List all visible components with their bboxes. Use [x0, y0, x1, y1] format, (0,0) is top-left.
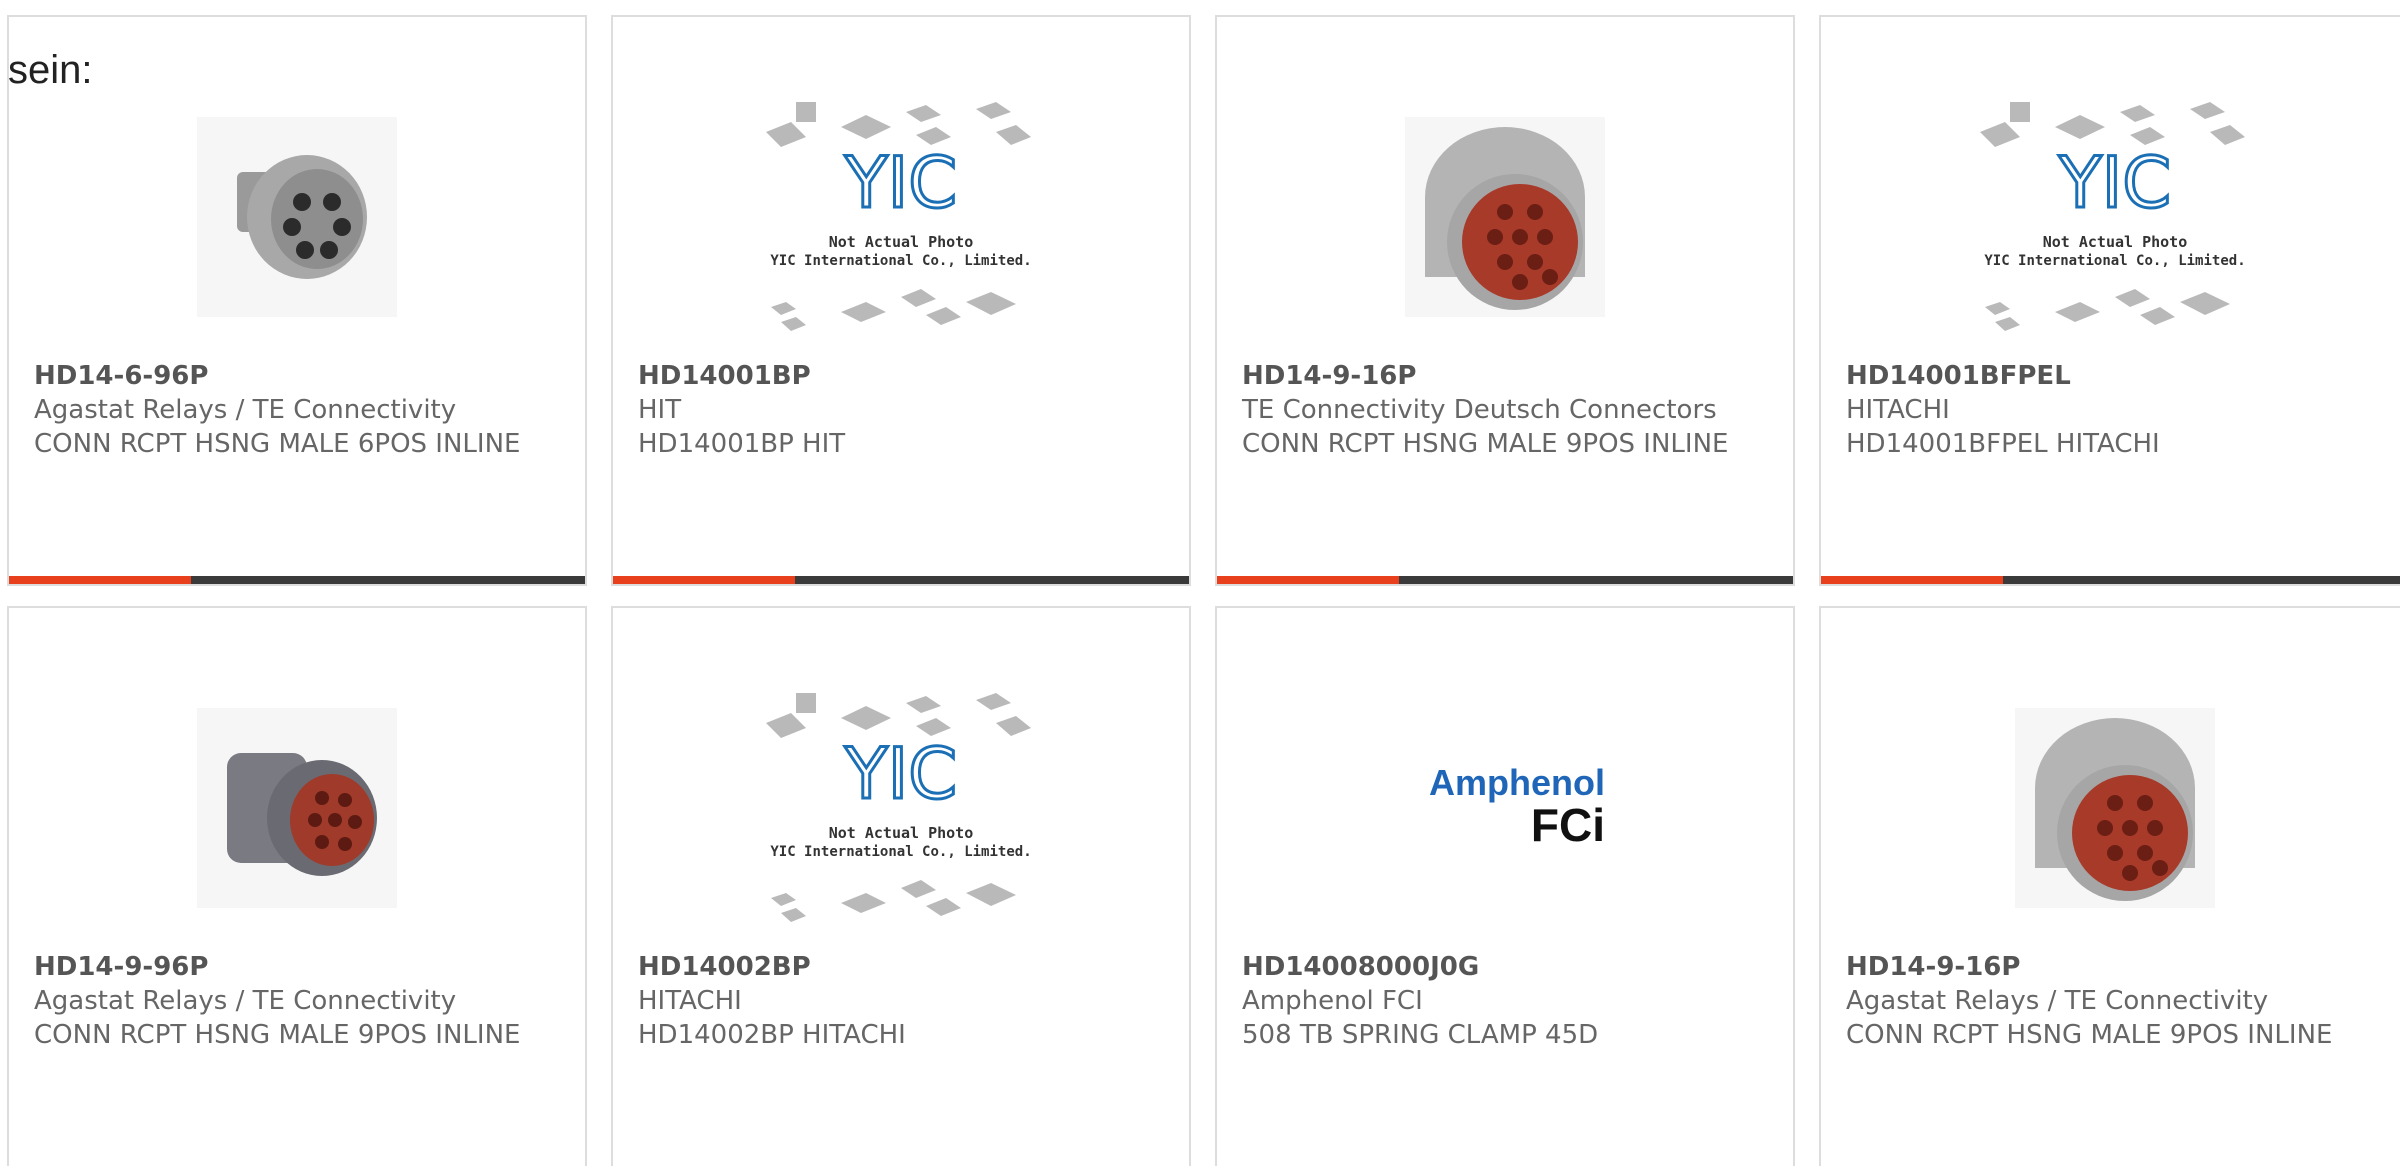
yic-placeholder-icon: YIC Not Actual Photo YIC International C… [1980, 102, 2246, 331]
product-card[interactable]: YIC Not Actual Photo YIC International C… [611, 606, 1191, 1166]
yic-placeholder-icon: YIC Not Actual Photo YIC International C… [766, 102, 1032, 331]
connector-9pos-dark-icon [197, 708, 397, 908]
manufacturer: Agastat Relays / TE Connectivity [34, 986, 457, 1016]
part-number[interactable]: HD14001BP [638, 359, 1169, 393]
manufacturer: HIT [638, 395, 682, 425]
placeholder-line-2: YIC International Co., Limited. [770, 253, 1031, 269]
product-card[interactable]: HD14-6-96P Agastat Relays / TE Connectiv… [7, 15, 587, 586]
card-accent-bar [9, 576, 585, 584]
connector-9pos-icon [1405, 117, 1605, 317]
svg-text:YIC: YIC [844, 733, 957, 815]
logo-line-2: FCi [1531, 799, 1605, 851]
manufacturer: Agastat Relays / TE Connectivity [34, 395, 457, 425]
product-grid: HD14-6-96P Agastat Relays / TE Connectiv… [0, 0, 2400, 1166]
part-number[interactable]: HD14-9-16P [1846, 950, 2389, 984]
placeholder-line-2: YIC International Co., Limited. [1984, 253, 2245, 269]
product-image[interactable] [1360, 87, 1650, 347]
svg-text:YIC: YIC [844, 142, 957, 224]
part-number[interactable]: HD14-6-96P [34, 359, 565, 393]
manufacturer: Amphenol FCI [1242, 986, 1423, 1016]
logo-line-1: Amphenol [1429, 762, 1605, 803]
manufacturer: HITACHI [1846, 395, 1950, 425]
product-card[interactable]: HD14-9-16P Agastat Relays / TE Connectiv… [1819, 606, 2400, 1166]
product-image[interactable]: YIC Not Actual Photo YIC International C… [756, 678, 1046, 938]
description: HD14001BFPEL HITACHI [1846, 429, 2160, 459]
connector-9pos-icon [2015, 708, 2215, 908]
card-accent-bar [613, 576, 1189, 584]
description: CONN RCPT HSNG MALE 9POS INLINE [1242, 429, 1729, 459]
part-number[interactable]: HD14-9-16P [1242, 359, 1773, 393]
card-accent-bar [1821, 576, 2400, 584]
description: HD14002BP HITACHI [638, 1020, 906, 1050]
placeholder-line-1: Not Actual Photo [829, 824, 974, 842]
product-image[interactable] [152, 87, 442, 347]
product-card[interactable]: YIC Not Actual Photo YIC International C… [611, 15, 1191, 586]
card-accent-bar [1217, 576, 1793, 584]
amphenol-fci-logo: Amphenol FCi [1429, 762, 1605, 851]
product-card[interactable]: Amphenol FCi HD14008000J0G Amphenol FCI … [1215, 606, 1795, 1166]
part-number[interactable]: HD14008000J0G [1242, 950, 1773, 984]
manufacturer: TE Connectivity Deutsch Connectors [1242, 395, 1717, 425]
product-image[interactable] [1970, 678, 2260, 938]
product-image[interactable] [152, 678, 442, 938]
product-card[interactable]: HD14-9-96P Agastat Relays / TE Connectiv… [7, 606, 587, 1166]
manufacturer: Agastat Relays / TE Connectivity [1846, 986, 2269, 1016]
part-number[interactable]: HD14002BP [638, 950, 1169, 984]
product-card[interactable]: HD14-9-16P TE Connectivity Deutsch Conne… [1215, 15, 1795, 586]
yic-placeholder-icon: YIC Not Actual Photo YIC International C… [766, 693, 1032, 922]
connector-6pos-icon [197, 117, 397, 317]
product-image[interactable]: YIC Not Actual Photo YIC International C… [756, 87, 1046, 347]
placeholder-line-1: Not Actual Photo [829, 233, 974, 251]
svg-text:YIC: YIC [2058, 142, 2171, 224]
product-card[interactable]: YIC Not Actual Photo YIC International C… [1819, 15, 2400, 586]
placeholder-line-2: YIC International Co., Limited. [770, 844, 1031, 860]
intro-text: sein: [8, 48, 93, 92]
product-image[interactable]: YIC Not Actual Photo YIC International C… [1970, 87, 2260, 347]
product-image[interactable]: Amphenol FCi [1360, 678, 1650, 938]
description: CONN RCPT HSNG MALE 9POS INLINE [1846, 1020, 2333, 1050]
description: 508 TB SPRING CLAMP 45D [1242, 1020, 1599, 1050]
manufacturer: HITACHI [638, 986, 742, 1016]
description: CONN RCPT HSNG MALE 9POS INLINE [34, 1020, 521, 1050]
placeholder-line-1: Not Actual Photo [2043, 233, 2188, 251]
description: CONN RCPT HSNG MALE 6POS INLINE [34, 429, 521, 459]
part-number[interactable]: HD14-9-96P [34, 950, 565, 984]
description: HD14001BP HIT [638, 429, 846, 459]
part-number[interactable]: HD14001BFPEL [1846, 359, 2389, 393]
